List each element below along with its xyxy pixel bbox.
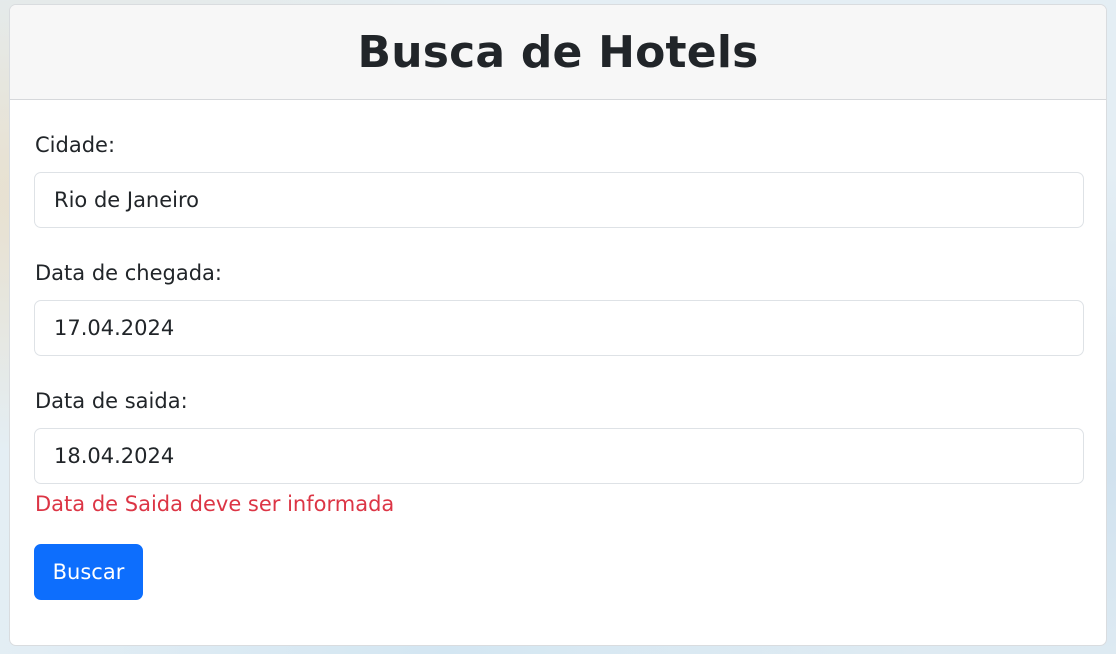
city-label: Cidade: [35,133,116,157]
checkout-label: Data de saida: [35,389,188,413]
search-card: Busca de Hotels Cidade: Data de chegada:… [9,4,1107,646]
search-button[interactable]: Buscar [34,544,143,600]
card-header: Busca de Hotels [10,5,1106,100]
checkout-error-message: Data de Saida deve ser informada [35,492,395,516]
checkout-date-input[interactable] [34,428,1084,484]
checkin-label: Data de chegada: [35,261,222,285]
page-title: Busca de Hotels [357,26,759,78]
city-input[interactable] [34,172,1084,228]
checkin-date-input[interactable] [34,300,1084,356]
